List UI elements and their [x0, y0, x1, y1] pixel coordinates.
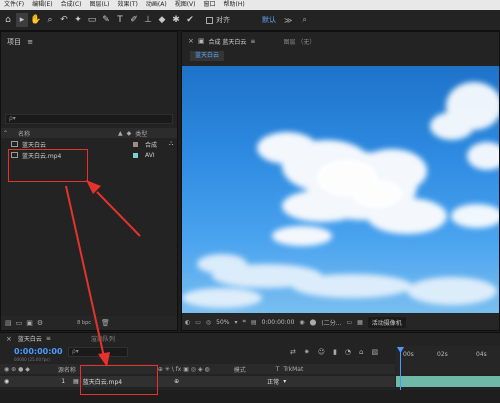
- annotation-arrows: [65, 180, 141, 367]
